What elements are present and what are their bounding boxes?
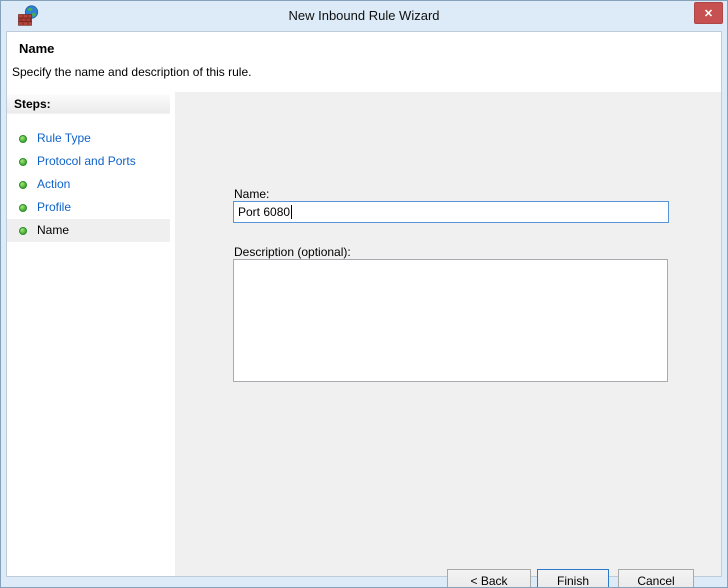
sidebar-item-label: Protocol and Ports: [37, 154, 136, 168]
step-bullet-icon: [19, 135, 27, 143]
sidebar-item-label: Action: [37, 177, 71, 191]
content-panel: Name: Description (optional): < Back Fin…: [175, 92, 721, 587]
window-title: New Inbound Rule Wizard: [288, 8, 440, 23]
back-button[interactable]: < Back: [447, 569, 531, 587]
description-label: Description (optional):: [234, 245, 351, 259]
close-icon: ✕: [703, 7, 714, 20]
sidebar-item-profile[interactable]: Profile: [7, 196, 170, 219]
sidebar-item-label: Rule Type: [37, 131, 91, 145]
sidebar-item-label: Name: [37, 223, 70, 237]
step-bullet-icon: [19, 204, 27, 212]
name-label: Name:: [234, 187, 270, 201]
step-bullet-icon: [19, 227, 27, 235]
client-area: Name Specify the name and description of…: [6, 31, 722, 587]
name-input[interactable]: [233, 201, 669, 223]
cancel-button[interactable]: Cancel: [618, 569, 694, 587]
titlebar[interactable]: New Inbound Rule Wizard ✕: [1, 1, 727, 31]
name-input-wrap: [233, 201, 669, 223]
steps-list: Rule Type Protocol and Ports Action Prof…: [7, 127, 170, 242]
wizard-window: New Inbound Rule Wizard ✕ Name Specify t…: [0, 0, 728, 588]
finish-button[interactable]: Finish: [537, 569, 609, 587]
steps-panel: Steps: Rule Type Protocol and Ports Acti…: [7, 92, 170, 576]
steps-heading: Steps:: [7, 95, 170, 114]
page-title: Name: [19, 41, 55, 56]
sidebar-item-protocol-and-ports[interactable]: Protocol and Ports: [7, 150, 170, 173]
wizard-header: Name Specify the name and description of…: [7, 32, 721, 92]
step-bullet-icon: [19, 158, 27, 166]
sidebar-item-name[interactable]: Name: [7, 219, 170, 242]
sidebar-item-label: Profile: [37, 200, 72, 214]
description-textarea[interactable]: [233, 259, 668, 382]
page-subtitle: Specify the name and description of this…: [12, 65, 252, 79]
step-bullet-icon: [19, 181, 27, 189]
sidebar-item-rule-type[interactable]: Rule Type: [7, 127, 170, 150]
close-button[interactable]: ✕: [694, 2, 723, 24]
text-caret: [291, 205, 292, 219]
sidebar-item-action[interactable]: Action: [7, 173, 170, 196]
